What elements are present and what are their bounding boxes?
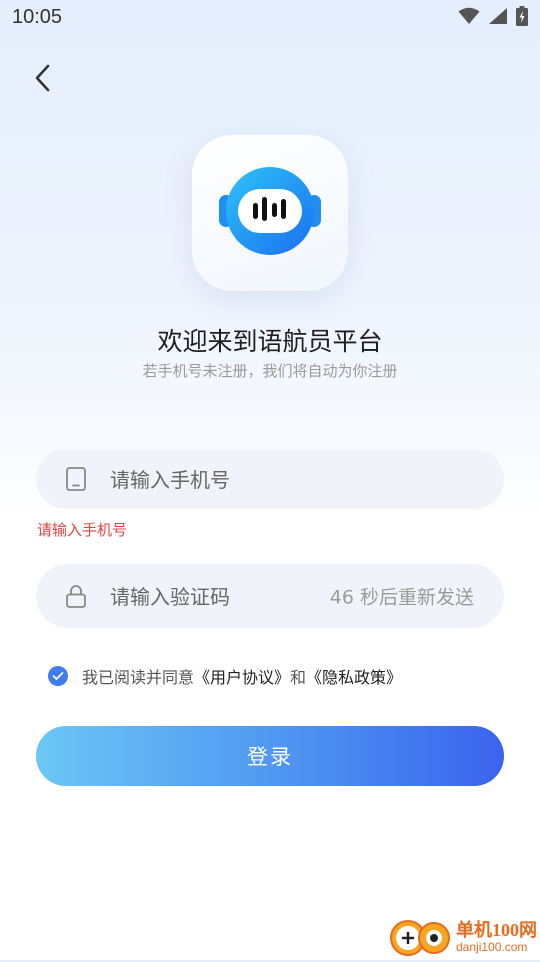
status-time: 10:05 bbox=[12, 6, 63, 28]
watermark-brand: 单机100网 bbox=[456, 920, 537, 940]
robot-logo-icon bbox=[219, 167, 321, 255]
verification-code-input[interactable] bbox=[108, 564, 342, 630]
check-icon bbox=[52, 672, 64, 680]
status-bar: 10:05 bbox=[0, 0, 540, 36]
agreement-checkbox[interactable] bbox=[48, 666, 68, 686]
phone-field[interactable] bbox=[36, 449, 504, 511]
watermark: 单机100网 danji100.com bbox=[388, 916, 538, 958]
lock-icon bbox=[66, 585, 86, 608]
wifi-icon bbox=[458, 7, 480, 24]
user-agreement-link[interactable]: 《用户协议》 bbox=[194, 664, 290, 688]
privacy-policy-link[interactable]: 《隐私政策》 bbox=[306, 664, 402, 688]
agreement-conj: 和 bbox=[290, 668, 307, 687]
agreement-prefix: 我已阅读并同意 bbox=[82, 668, 195, 687]
login-button[interactable]: 登录 bbox=[36, 726, 504, 786]
phone-input[interactable] bbox=[108, 449, 342, 511]
verification-code-field[interactable]: 46 秒后重新发送 bbox=[36, 564, 504, 630]
watermark-logo-icon bbox=[390, 920, 450, 956]
resend-countdown: 46 秒后重新发送 bbox=[329, 586, 474, 609]
back-button[interactable] bbox=[26, 60, 62, 96]
watermark-url: danji100.com bbox=[456, 940, 528, 954]
phone-error-text: 请输入手机号 bbox=[37, 521, 128, 539]
welcome-subtitle: 若手机号未注册，我们将自动为你注册 bbox=[142, 362, 398, 380]
app-logo bbox=[192, 135, 348, 291]
signal-icon bbox=[489, 8, 507, 24]
agreement-row: 我已阅读并同意 《用户协议》 和 《隐私政策》 bbox=[48, 664, 402, 688]
battery-icon bbox=[516, 6, 528, 26]
chevron-left-icon bbox=[35, 64, 50, 92]
welcome-title: 欢迎来到语航员平台 bbox=[157, 327, 383, 356]
status-icons bbox=[458, 6, 528, 26]
phone-icon bbox=[66, 467, 86, 491]
